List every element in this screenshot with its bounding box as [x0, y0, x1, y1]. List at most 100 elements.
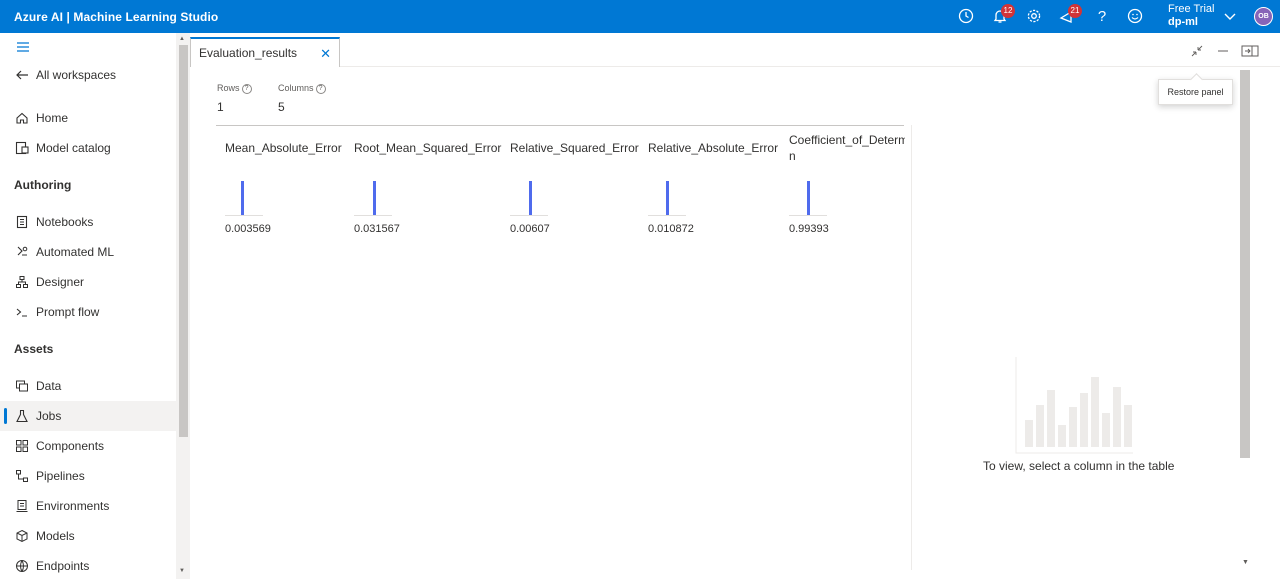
- restore-panel-icon[interactable]: [1191, 45, 1203, 60]
- info-icon[interactable]: ?: [315, 83, 326, 94]
- column-histogram-baseline: [789, 215, 827, 216]
- notification-badge: 12: [1001, 4, 1015, 18]
- column-histogram-baseline: [354, 215, 392, 216]
- column-histogram-baseline: [225, 215, 263, 216]
- panel-divider[interactable]: [911, 125, 912, 570]
- table-cell-relative-absolute-error[interactable]: 0.010872: [648, 223, 694, 235]
- sidebar-item-label: Prompt flow: [36, 305, 100, 319]
- table-cell-root-mean-squared-error[interactable]: 0.031567: [354, 223, 400, 235]
- account-plan: Free Trial: [1168, 3, 1215, 15]
- data-icon: [14, 378, 30, 394]
- restore-panel-tooltip: Restore panel: [1158, 79, 1233, 105]
- avatar[interactable]: OB: [1254, 7, 1273, 26]
- column-histogram-bar[interactable]: [373, 181, 376, 215]
- feedback-badge: 21: [1068, 4, 1082, 18]
- designer-icon: [14, 274, 30, 290]
- column-header-relative-absolute-error[interactable]: Relative_Absolute_Error: [648, 140, 778, 156]
- notebook-icon: [14, 214, 30, 230]
- flask-icon: [14, 408, 30, 424]
- sidebar-item-label: Components: [36, 439, 105, 453]
- panel-scrollbar-thumb[interactable]: [1240, 70, 1250, 458]
- help-icon[interactable]: ?: [1093, 7, 1111, 25]
- automl-icon: [14, 244, 30, 260]
- app-title[interactable]: Azure AI | Machine Learning Studio: [14, 10, 218, 24]
- sidebar-item-endpoints[interactable]: Endpoints: [0, 551, 176, 579]
- tab-label: Evaluation_results: [199, 46, 298, 60]
- clock-icon[interactable]: [957, 7, 975, 25]
- column-histogram-bar[interactable]: [807, 181, 810, 215]
- tab-bar: Evaluation_results ✕: [190, 33, 1280, 67]
- scroll-down-icon[interactable]: ▼: [179, 568, 185, 574]
- scroll-down-icon[interactable]: ▼: [1242, 559, 1249, 566]
- column-histogram-bar[interactable]: [241, 181, 244, 215]
- sidebar-item-label: Designer: [36, 275, 85, 289]
- minimize-icon[interactable]: [1217, 45, 1229, 60]
- sidebar-item-notebooks[interactable]: Notebooks: [0, 207, 176, 237]
- account-switcher[interactable]: Free Trial dp-ml: [1168, 3, 1214, 29]
- sidebar-item-label: All workspaces: [36, 68, 117, 82]
- tab-evaluation-results[interactable]: Evaluation_results ✕: [190, 37, 340, 67]
- sidebar-item-label: Notebooks: [36, 215, 94, 229]
- arrow-left-icon: [14, 67, 30, 83]
- column-header-text: Coefficient_of_Determ: [789, 133, 905, 147]
- sidebar-item-label: Endpoints: [36, 559, 90, 573]
- scroll-up-icon[interactable]: ▲: [179, 36, 185, 42]
- endpoint-icon: [14, 558, 30, 574]
- column-header-text-wrap: n: [789, 149, 796, 163]
- columns-label-text: Columns: [278, 83, 314, 93]
- table-cell-coefficient-of-determination[interactable]: 0.99393: [789, 223, 829, 235]
- table-cell-mean-absolute-error[interactable]: 0.003569: [225, 223, 271, 235]
- sidebar-scrollbar-thumb[interactable]: [179, 45, 188, 437]
- sidebar-item-designer[interactable]: Designer: [0, 267, 176, 297]
- table-cell-relative-squared-error[interactable]: 0.00607: [510, 223, 550, 235]
- sidebar-item-automated-ml[interactable]: Automated ML: [0, 237, 176, 267]
- sidebar: All workspaces Home Model catalog Author…: [0, 33, 176, 579]
- chevron-down-icon[interactable]: [1221, 7, 1239, 25]
- sidebar-section-assets: Assets: [14, 342, 54, 356]
- sidebar-item-jobs[interactable]: Jobs: [0, 401, 176, 431]
- sidebar-section-authoring: Authoring: [14, 178, 72, 192]
- sidebar-item-models[interactable]: Models: [0, 521, 176, 551]
- rows-value: 1: [217, 100, 224, 114]
- rows-label: Rows?: [217, 83, 252, 94]
- chart-placeholder-icon: [1015, 357, 1133, 454]
- sidebar-item-pipelines[interactable]: Pipelines: [0, 461, 176, 491]
- sidebar-item-model-catalog[interactable]: Model catalog: [0, 133, 176, 163]
- sidebar-item-label: Data: [36, 379, 62, 393]
- top-bar: Azure AI | Machine Learning Studio 12 21…: [0, 0, 1280, 33]
- components-icon: [14, 438, 30, 454]
- info-icon[interactable]: ?: [241, 83, 252, 94]
- column-header-root-mean-squared-error[interactable]: Root_Mean_Squared_Error: [354, 140, 501, 156]
- columns-label: Columns?: [278, 83, 326, 94]
- sidebar-item-label: Model catalog: [36, 141, 111, 155]
- sidebar-item-prompt-flow[interactable]: Prompt flow: [0, 297, 176, 327]
- sidebar-item-environments[interactable]: Environments: [0, 491, 176, 521]
- column-histogram-bar[interactable]: [666, 181, 669, 215]
- gear-icon[interactable]: [1025, 7, 1043, 25]
- empty-state-message: To view, select a column in the table: [983, 459, 1175, 473]
- dock-panel-icon[interactable]: [1241, 45, 1259, 60]
- close-icon[interactable]: ✕: [320, 46, 331, 62]
- column-header-relative-squared-error[interactable]: Relative_Squared_Error: [510, 140, 639, 156]
- column-header-coefficient-of-determination[interactable]: Coefficient_of_Determ n: [789, 132, 905, 164]
- catalog-icon: [14, 140, 30, 156]
- cube-icon: [14, 528, 30, 544]
- table-header-divider: [216, 125, 904, 126]
- sidebar-item-label: Models: [36, 529, 75, 543]
- sidebar-item-label: Pipelines: [36, 469, 85, 483]
- columns-value: 5: [278, 100, 285, 114]
- sidebar-item-components[interactable]: Components: [0, 431, 176, 461]
- account-workspace: dp-ml: [1168, 16, 1198, 28]
- sidebar-item-home[interactable]: Home: [0, 103, 176, 133]
- sidebar-item-data[interactable]: Data: [0, 371, 176, 401]
- column-header-mean-absolute-error[interactable]: Mean_Absolute_Error: [225, 140, 342, 156]
- smiley-icon[interactable]: [1126, 7, 1144, 25]
- sidebar-item-label: Home: [36, 111, 69, 125]
- hamburger-icon[interactable]: [16, 41, 30, 56]
- sidebar-item-label: Jobs: [36, 409, 62, 423]
- sidebar-item-label: Environments: [36, 499, 110, 513]
- column-histogram-bar[interactable]: [529, 181, 532, 215]
- sidebar-item-all-workspaces[interactable]: All workspaces: [0, 60, 176, 90]
- pipeline-icon: [14, 468, 30, 484]
- rows-label-text: Rows: [217, 83, 240, 93]
